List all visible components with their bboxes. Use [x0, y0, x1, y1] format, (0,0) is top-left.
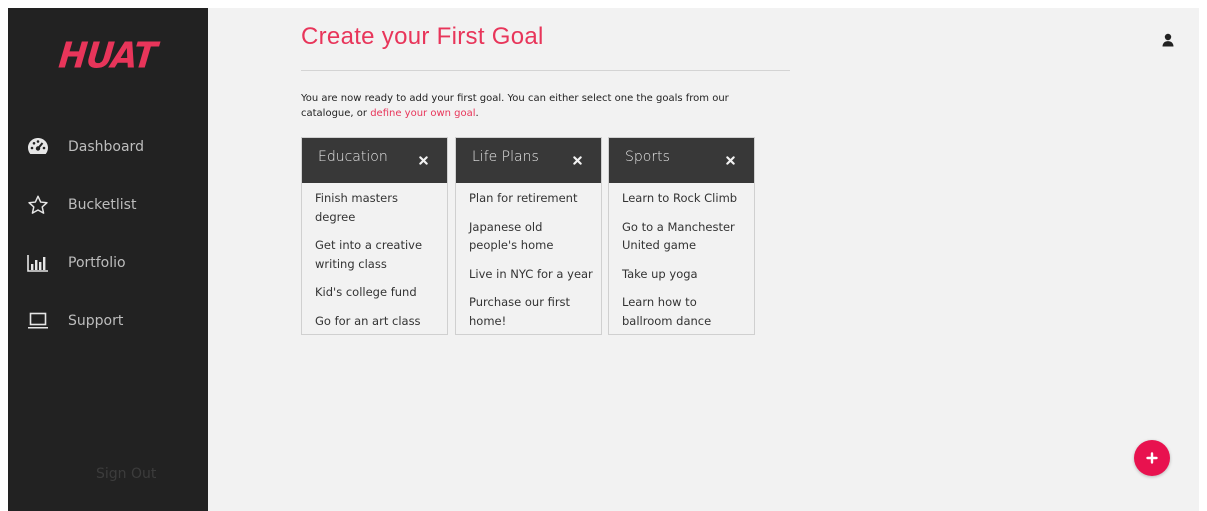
- goal-item[interactable]: Live in NYC for a year: [469, 265, 593, 284]
- title-divider: [301, 70, 790, 71]
- goal-item[interactable]: Plan for retirement: [469, 189, 593, 208]
- sidebar-item-label: Support: [68, 313, 124, 329]
- category-name: Sports: [625, 149, 670, 165]
- laptop-icon: [26, 309, 50, 333]
- goal-item[interactable]: Japanese old people's home: [469, 218, 593, 255]
- category-card-sports: Sports Learn to Rock Climb Go to a Manch…: [608, 137, 755, 335]
- page-title: Create your First Goal: [301, 23, 544, 50]
- sidebar-item-label: Dashboard: [68, 139, 144, 155]
- close-icon[interactable]: [571, 154, 583, 166]
- card-header: Education: [302, 138, 447, 183]
- category-name: Life Plans: [472, 149, 539, 165]
- card-header: Life Plans: [456, 138, 601, 183]
- sidebar-item-dashboard[interactable]: Dashboard: [8, 129, 208, 165]
- goal-item[interactable]: Kid's college fund: [315, 283, 439, 302]
- goal-item[interactable]: Purchase our first home!: [469, 293, 593, 330]
- intro-text: You are now ready to add your first goal…: [301, 91, 771, 121]
- category-name: Education: [318, 149, 388, 165]
- goal-item[interactable]: Finish masters degree: [315, 189, 439, 226]
- sidebar-item-support[interactable]: Support: [8, 303, 208, 339]
- card-header: Sports: [609, 138, 754, 183]
- category-card-life-plans: Life Plans Plan for retirement Japanese …: [455, 137, 602, 335]
- goal-item[interactable]: Learn how to ballroom dance: [622, 293, 746, 330]
- plus-icon: [1146, 449, 1158, 468]
- add-goal-button[interactable]: [1134, 440, 1170, 476]
- intro-text-end: .: [475, 108, 479, 119]
- dashboard-gauge-icon: [26, 135, 50, 159]
- app-window: HUAT Dashboard Bucketlist Portfolio Supp…: [8, 8, 1199, 511]
- goal-item[interactable]: Get into a creative writing class: [315, 236, 439, 273]
- goal-item[interactable]: Go to a Manchester United game: [622, 218, 746, 255]
- sign-out-link[interactable]: Sign Out: [96, 466, 156, 482]
- intro-text-body: You are now ready to add your first goal…: [301, 93, 729, 119]
- sidebar-item-portfolio[interactable]: Portfolio: [8, 245, 208, 281]
- goal-item[interactable]: Go for an art class: [315, 312, 439, 331]
- goal-item[interactable]: Take up yoga: [622, 265, 746, 284]
- user-icon[interactable]: [1162, 32, 1176, 47]
- sidebar: HUAT Dashboard Bucketlist Portfolio Supp…: [8, 8, 208, 511]
- define-own-goal-link[interactable]: define your own goal: [370, 108, 475, 119]
- logo[interactable]: HUAT: [57, 35, 158, 77]
- sidebar-item-label: Portfolio: [68, 255, 126, 271]
- category-card-education: Education Finish masters degree Get into…: [301, 137, 448, 335]
- close-icon[interactable]: [417, 154, 429, 166]
- goal-item[interactable]: Learn to Rock Climb: [622, 189, 746, 208]
- sidebar-item-label: Bucketlist: [68, 197, 137, 213]
- star-outline-icon: [26, 193, 50, 217]
- close-icon[interactable]: [724, 154, 736, 166]
- sidebar-item-bucketlist[interactable]: Bucketlist: [8, 187, 208, 223]
- bar-chart-icon: [26, 251, 50, 275]
- main-content: Create your First Goal You are now ready…: [208, 8, 1199, 511]
